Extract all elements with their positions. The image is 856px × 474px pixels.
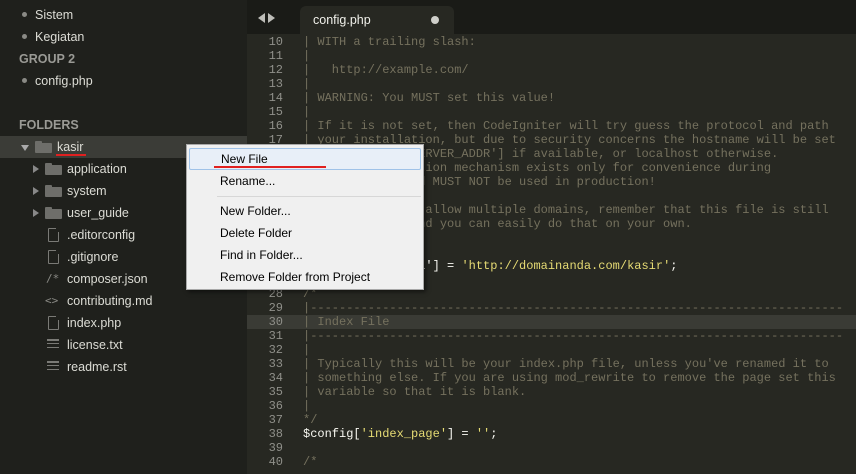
menu-item-find-in-folder[interactable]: Find in Folder... [187,244,423,266]
tree-item-label: system [67,184,107,198]
string-token: 'index_page' [360,427,448,441]
next-tab-icon[interactable] [268,13,275,23]
tree-item-label: license.txt [67,338,123,352]
line-number: 12 [268,63,283,77]
tree-item-label: index.php [67,316,122,330]
folder-icon [45,163,62,175]
code-line: |---------------------------------------… [303,301,844,315]
chevron-right-icon[interactable] [33,187,39,195]
file-icon [48,227,60,242]
tree-item-label: contributing.md [67,294,153,308]
line-number: 40 [268,455,283,469]
code-line: /* [303,455,318,469]
folder-icon [45,185,62,197]
code-line: | [303,343,311,357]
annotation-underline [56,154,86,156]
code-line: | something else. If you are using mod_r… [303,371,836,385]
string-token: '' [475,427,491,441]
line-number: 16 [268,119,283,133]
text-file-icon [47,339,59,351]
code-line: | variable so that it is blank. [303,385,527,399]
tab-config-php[interactable]: config.php [300,6,454,34]
code-token: ] = [447,427,476,441]
bullet-icon [22,34,27,39]
tab-title: config.php [313,13,371,27]
line-number: 34 [268,371,283,385]
line-number: 37 [268,413,283,427]
text-file-icon [47,361,59,373]
menu-item-rename[interactable]: Rename... [187,170,423,192]
previous-tab-icon[interactable] [258,13,265,23]
code-line: | Index File [303,315,390,329]
menu-item-remove-folder[interactable]: Remove Folder from Project [187,266,423,288]
code-line: */ [303,413,318,427]
chevron-right-icon[interactable] [33,165,39,173]
group-2-file-config[interactable]: config.php [0,70,247,92]
line-number: 39 [268,441,283,455]
menu-item-delete-folder[interactable]: Delete Folder [187,222,423,244]
open-file-label: Kegiatan [35,30,85,44]
tree-item-label: .editorconfig [67,228,136,242]
tree-item-label: application [67,162,127,176]
menu-separator [217,196,421,197]
line-number: 29 [268,301,283,315]
code-line: $config['index_page'] = ''; [303,427,498,441]
tree-item-label: readme.rst [67,360,127,374]
chevron-right-icon[interactable] [33,209,39,217]
bullet-icon [22,12,27,17]
tree-item-readme-rst[interactable]: readme.rst [0,356,247,378]
code-line: | [303,399,311,413]
line-number: 13 [268,77,283,91]
tab-bar: config.php [247,0,856,34]
code-line: | WARNING: You MUST set this value! [303,91,556,105]
line-number: 32 [268,343,283,357]
open-file-label: Sistem [35,8,74,22]
code-line: | [303,105,311,119]
line-number: 35 [268,385,283,399]
bullet-icon [22,78,27,83]
annotation-underline [214,166,326,168]
line-number: 31 [268,329,283,343]
group-2-file-label: config.php [35,74,93,88]
comment-file-icon: /* [46,272,60,285]
folder-icon [45,207,62,219]
file-icon [48,315,60,330]
string-token: 'http://domainanda.com/kasir' [461,259,671,273]
code-line: | [303,77,311,91]
open-file-kegiatan[interactable]: Kegiatan [0,26,247,48]
code-line: |---------------------------------------… [303,329,844,343]
open-file-sistem[interactable]: Sistem [0,4,247,26]
code-line: | If it is not set, then CodeIgniter wil… [303,119,829,133]
code-token: $config[ [303,427,361,441]
folders-header: FOLDERS [19,118,79,132]
root-folder-label: kasir [57,140,84,154]
unsaved-dot-icon[interactable] [431,16,439,24]
line-number: 15 [268,105,283,119]
line-number: 33 [268,357,283,371]
tree-item-license-txt[interactable]: license.txt [0,334,247,356]
tree-item-contributing-md[interactable]: <> contributing.md [0,290,247,312]
folder-open-icon [35,141,52,153]
file-icon [48,249,60,264]
line-number: 30 [268,315,283,329]
line-number: 10 [268,35,283,49]
tree-item-label: user_guide [67,206,129,220]
group-2-header: GROUP 2 [19,52,76,66]
menu-item-new-folder[interactable]: New Folder... [187,200,423,222]
tree-item-label: composer.json [67,272,148,286]
tree-item-index-php[interactable]: index.php [0,312,247,334]
code-line: | [303,49,311,63]
code-line: | Typically this will be your index.php … [303,357,829,371]
code-line: | http://example.com/ [303,63,469,77]
chevron-down-icon[interactable] [21,145,29,151]
line-number: 38 [268,427,283,441]
markup-file-icon: <> [45,294,59,307]
line-number: 36 [268,399,283,413]
line-number: 14 [268,91,283,105]
line-number: 11 [268,49,283,63]
code-line: | WITH a trailing slash: [303,35,476,49]
tree-item-label: .gitignore [67,250,119,264]
